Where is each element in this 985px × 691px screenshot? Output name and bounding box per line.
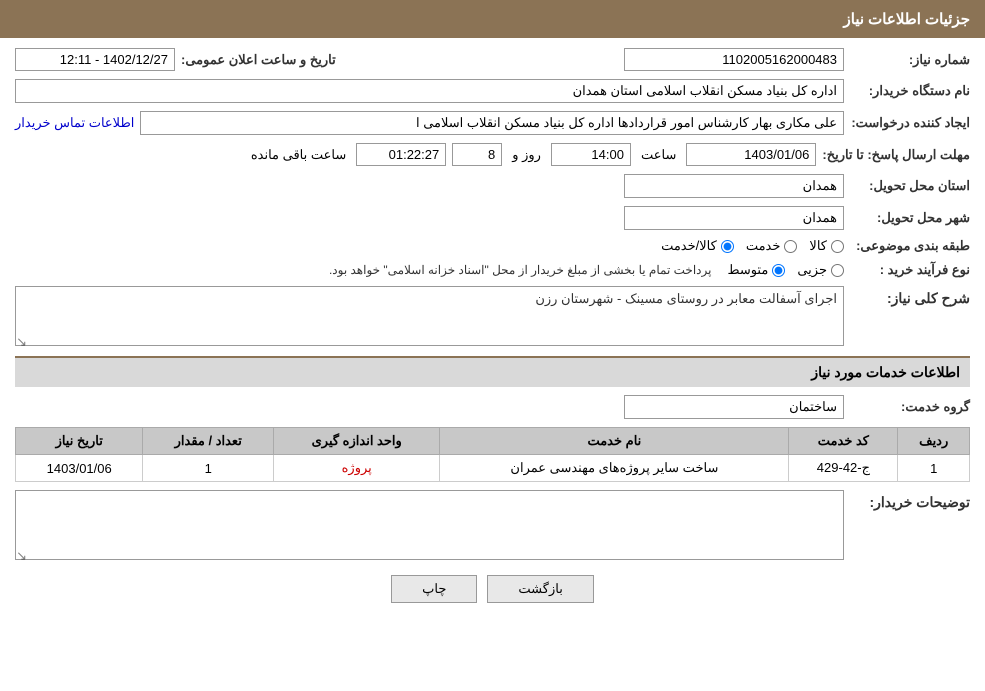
service-group-value: ساختمان bbox=[624, 395, 844, 419]
col-date: تاریخ نیاز bbox=[16, 428, 143, 455]
page-header: جزئیات اطلاعات نیاز bbox=[0, 0, 985, 38]
purchase-type-label-jozii: جزیی bbox=[797, 262, 827, 278]
deadline-row: مهلت ارسال پاسخ: تا تاریخ: 1403/01/06 سا… bbox=[15, 143, 970, 166]
purchase-type-row: نوع فرآیند خرید : جزیی متوسط پرداخت تمام… bbox=[15, 262, 970, 278]
need-number-row: شماره نیاز: 1102005162000483 تاریخ و ساع… bbox=[15, 48, 970, 71]
resize-handle-icon: ↘ bbox=[17, 334, 27, 344]
public-date-value: 1402/12/27 - 12:11 bbox=[15, 48, 175, 71]
buyer-org-value: اداره کل بنیاد مسکن انقلاب اسلامی استان … bbox=[15, 79, 844, 103]
category-option-khedmat[interactable]: خدمت bbox=[746, 238, 798, 254]
buyer-notes-label: توضیحات خریدار: bbox=[850, 490, 970, 511]
bottom-buttons: بازگشت چاپ bbox=[15, 575, 970, 603]
service-group-row: گروه خدمت: ساختمان bbox=[15, 395, 970, 419]
cell-service-code: ج-42-429 bbox=[789, 455, 898, 482]
city-label: شهر محل تحویل: bbox=[850, 210, 970, 226]
description-label: شرح کلی نیاز: bbox=[850, 286, 970, 307]
category-label-kala: کالا bbox=[809, 238, 827, 254]
col-service-code: کد خدمت bbox=[789, 428, 898, 455]
need-number-label: شماره نیاز: bbox=[850, 52, 970, 68]
buyer-notes-row: توضیحات خریدار: ↘ bbox=[15, 490, 970, 560]
province-label: استان محل تحویل: bbox=[850, 178, 970, 194]
province-value: همدان bbox=[624, 174, 844, 198]
buyer-org-label: نام دستگاه خریدار: bbox=[850, 83, 970, 99]
deadline-days: 8 bbox=[452, 143, 502, 166]
category-label: طبقه بندی موضوعی: bbox=[850, 238, 970, 254]
cell-row-num: 1 bbox=[898, 455, 970, 482]
cell-unit: پروژه bbox=[274, 455, 440, 482]
deadline-remaining: 01:22:27 bbox=[356, 143, 446, 166]
service-group-label: گروه خدمت: bbox=[850, 399, 970, 415]
category-row: طبقه بندی موضوعی: کالا خدمت کالا/خدمت bbox=[15, 238, 970, 254]
category-radio-kala-khedmat[interactable] bbox=[721, 240, 734, 253]
description-value: اجرای آسفالت معابر در روستای مسینک - شهر… bbox=[15, 286, 844, 346]
creator-value: علی مکاری بهار کارشناس امور قراردادها اد… bbox=[140, 111, 844, 135]
deadline-time-label: ساعت bbox=[641, 147, 676, 163]
deadline-remaining-label: ساعت باقی مانده bbox=[251, 147, 346, 163]
content-area: شماره نیاز: 1102005162000483 تاریخ و ساع… bbox=[0, 38, 985, 613]
purchase-type-label: نوع فرآیند خرید : bbox=[850, 262, 970, 278]
purchase-type-radio-motavasset[interactable] bbox=[772, 264, 785, 277]
category-option-kala[interactable]: کالا bbox=[809, 238, 844, 254]
col-row-num: ردیف bbox=[898, 428, 970, 455]
province-row: استان محل تحویل: همدان bbox=[15, 174, 970, 198]
purchase-type-label-motavasset: متوسط bbox=[727, 262, 768, 278]
purchase-type-radio-jozii[interactable] bbox=[831, 264, 844, 277]
table-header-row: ردیف کد خدمت نام خدمت واحد اندازه گیری ت… bbox=[16, 428, 970, 455]
services-table: ردیف کد خدمت نام خدمت واحد اندازه گیری ت… bbox=[15, 427, 970, 482]
category-radio-khedmat[interactable] bbox=[784, 240, 797, 253]
col-service-name: نام خدمت bbox=[440, 428, 789, 455]
category-label-khedmat: خدمت bbox=[746, 238, 781, 254]
creator-label: ایجاد کننده درخواست: bbox=[850, 115, 970, 131]
category-option-kala-khedmat[interactable]: کالا/خدمت bbox=[661, 238, 734, 254]
need-number-value: 1102005162000483 bbox=[624, 48, 844, 71]
deadline-days-label: روز و bbox=[512, 147, 541, 163]
category-label-kala-khedmat: کالا/خدمت bbox=[661, 238, 717, 254]
cell-date: 1403/01/06 bbox=[16, 455, 143, 482]
table-row: 1ج-42-429ساخت سایر پروژه‌های مهندسی عمرا… bbox=[16, 455, 970, 482]
page-wrapper: جزئیات اطلاعات نیاز شماره نیاز: 11020051… bbox=[0, 0, 985, 691]
purchase-type-note: پرداخت تمام یا بخشی از مبلغ خریدار از مح… bbox=[329, 263, 712, 277]
print-button[interactable]: چاپ bbox=[391, 575, 477, 603]
city-value: همدان bbox=[624, 206, 844, 230]
buyer-notes-resize-icon: ↘ bbox=[17, 548, 27, 558]
page-title: جزئیات اطلاعات نیاز bbox=[844, 11, 971, 28]
category-radio-kala[interactable] bbox=[831, 240, 844, 253]
creator-row: ایجاد کننده درخواست: علی مکاری بهار کارش… bbox=[15, 111, 970, 135]
purchase-type-radio-group: جزیی متوسط bbox=[727, 262, 844, 278]
services-section-header: اطلاعات خدمات مورد نیاز bbox=[15, 356, 970, 387]
description-row: شرح کلی نیاز: اجرای آسفالت معابر در روست… bbox=[15, 286, 970, 346]
creator-contact-link[interactable]: اطلاعات تماس خریدار bbox=[15, 115, 134, 131]
buyer-notes-value bbox=[15, 490, 844, 560]
deadline-label: مهلت ارسال پاسخ: تا تاریخ: bbox=[822, 147, 970, 163]
city-row: شهر محل تحویل: همدان bbox=[15, 206, 970, 230]
cell-quantity: 1 bbox=[143, 455, 274, 482]
purchase-type-option-jozii[interactable]: جزیی bbox=[797, 262, 844, 278]
purchase-type-option-motavasset[interactable]: متوسط bbox=[727, 262, 785, 278]
deadline-time: 14:00 bbox=[551, 143, 631, 166]
deadline-date: 1403/01/06 bbox=[686, 143, 816, 166]
buyer-org-row: نام دستگاه خریدار: اداره کل بنیاد مسکن ا… bbox=[15, 79, 970, 103]
cell-service-name: ساخت سایر پروژه‌های مهندسی عمران bbox=[440, 455, 789, 482]
public-date-label: تاریخ و ساعت اعلان عمومی: bbox=[181, 52, 336, 68]
col-quantity: تعداد / مقدار bbox=[143, 428, 274, 455]
category-radio-group: کالا خدمت کالا/خدمت bbox=[661, 238, 844, 254]
col-unit: واحد اندازه گیری bbox=[274, 428, 440, 455]
back-button[interactable]: بازگشت bbox=[487, 575, 593, 603]
